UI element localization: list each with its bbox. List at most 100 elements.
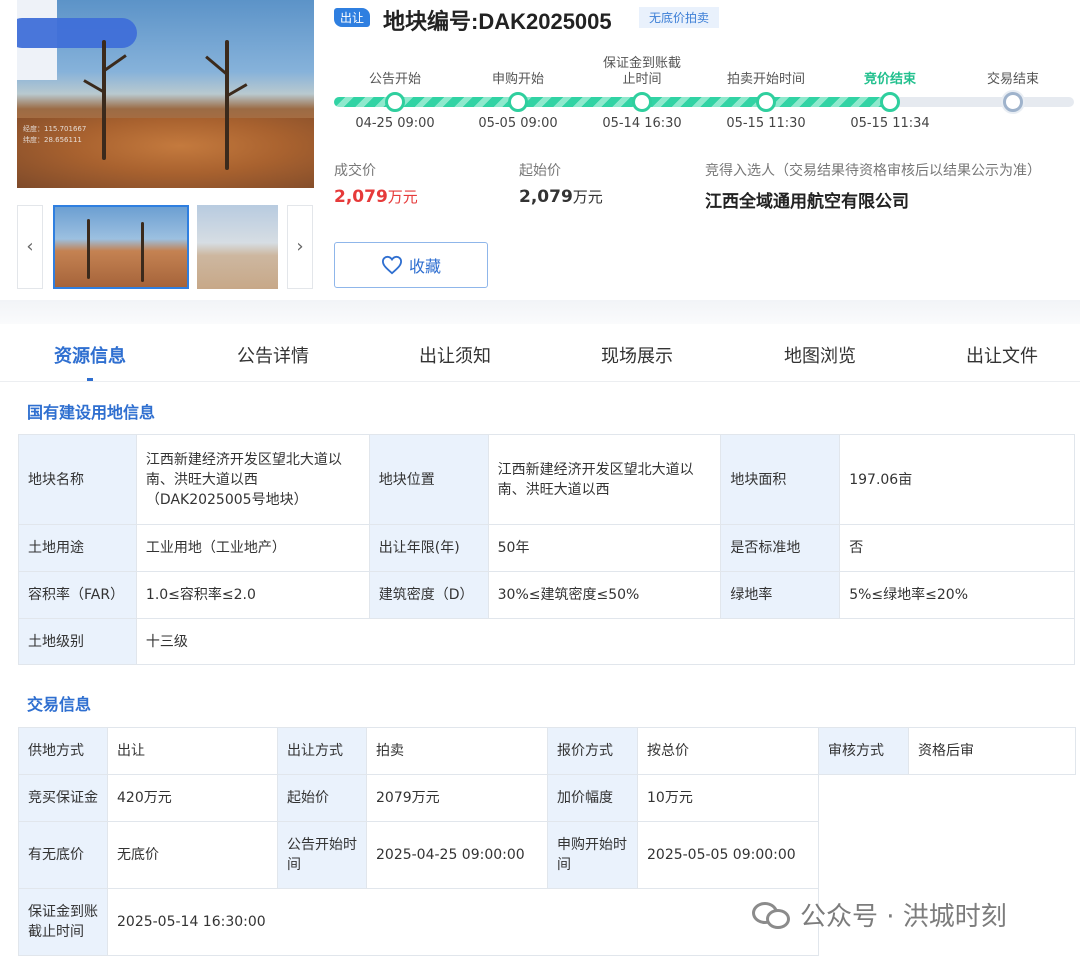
land-use-value: 工业用地（工业地产） [135,524,370,572]
tab-announcement[interactable]: 公告详情 [198,342,348,368]
table-label: 建筑密度（D） [368,571,489,619]
table-label: 公告开始时间 [277,821,367,889]
land-info-title: 国有建设用地信息 [27,403,156,422]
wechat-icon [752,900,792,930]
gallery-next-button[interactable]: › [287,205,313,289]
timeline-step-date: 05-15 11:34 [850,116,930,131]
timeline-step-date: 04-25 09:00 [355,116,435,131]
timeline-step-label: 交易结束 [986,72,1039,87]
timeline-step-label: 公告开始 [368,72,421,87]
table-label: 土地用途 [18,524,137,572]
auction-type-tag: 无底价拍卖 [639,7,720,28]
main-photo[interactable]: 经度：115.701667 纬度：28.656111 [17,0,314,188]
timeline-step-date: 05-15 11:30 [726,116,806,131]
timeline-node [756,92,776,112]
table-label: 容积率（FAR） [18,571,137,619]
table-label: 出让年限(年) [368,524,489,572]
tab-resource-info[interactable]: 资源信息 [15,342,165,368]
method-value: 拍卖 [366,727,548,775]
timeline-step-date: 05-14 16:30 [602,116,682,131]
timeline-step-label-current: 竞价结束 [863,72,916,87]
favorite-button[interactable]: 收藏 [334,242,488,288]
increment-value: 10万元 [637,774,819,822]
gallery-prev-button[interactable]: ‹ [17,205,43,289]
heart-icon [381,255,402,275]
density-value: 30%≤建筑密度≤50% [487,571,722,619]
timeline-node-pending [1003,92,1023,112]
table-label: 出让方式 [277,727,367,775]
winner-name: 江西全域通用航空有限公司 [705,192,909,212]
table-label: 地块名称 [18,434,137,525]
table-row: 容积率（FAR） 1.0≤容积率≤2.0 建筑密度（D） 30%≤建筑密度≤50… [18,571,1075,619]
active-tab-indicator [87,378,93,381]
floor-value: 无底价 [107,821,278,889]
deal-price: 2,079万元 [334,187,418,207]
photo-overlay-blur [17,18,137,48]
chevron-right-icon: › [296,236,304,257]
watermark-text: 公众号 · 洪城时刻 [800,902,1007,932]
notice-start-value: 2025-04-25 09:00:00 [366,821,548,889]
favorite-label: 收藏 [408,257,441,276]
table-row: 竞买保证金 420万元 起始价 2079万元 加价幅度 10万元 [18,774,1076,822]
table-label: 申购开始时间 [547,821,638,889]
timeline-step-label: 申购开始 [491,72,544,87]
table-label: 加价幅度 [547,774,638,822]
gallery-thumbnail[interactable] [53,205,189,289]
table-label: 是否标准地 [720,524,841,572]
table-row: 土地级别 十三级 [18,618,1076,665]
table-label: 绿地率 [720,571,841,619]
term-value: 50年 [487,524,722,572]
plot-header: 经度：115.701667 纬度：28.656111 ‹ › 出让 地块编号:D… [0,0,1080,305]
deal-price-label: 成交价 [334,163,376,179]
table-label: 供地方式 [18,727,108,775]
gallery-thumbnail[interactable] [197,205,278,289]
quote-value: 按总价 [637,727,819,775]
timeline-step-label: 保证金到账截止时间 [602,56,681,87]
table-label: 竞买保证金 [18,774,108,822]
timeline-node-current [880,92,900,112]
table-label: 审核方式 [818,727,909,775]
detail-tabs: 资源信息 公告详情 出让须知 现场展示 地图浏览 出让文件 [0,324,1080,382]
tab-transfer-files[interactable]: 出让文件 [927,342,1077,368]
table-label: 报价方式 [547,727,638,775]
timeline-node [632,92,652,112]
supply-value: 出让 [107,727,278,775]
chevron-left-icon: ‹ [26,236,34,257]
table-row: 土地用途 工业用地（工业地产） 出让年限(年) 50年 是否标准地 否 [18,524,1075,572]
area-value: 197.06亩 [839,434,1075,525]
far-value: 1.0≤容积率≤2.0 [135,571,370,619]
table-row: 地块名称 江西新建经济开发区望北大道以南、洪旺大道以西（DAK2025005号地… [18,434,1075,525]
tab-map-browse[interactable]: 地图浏览 [745,342,895,368]
trade-info-title: 交易信息 [27,695,92,714]
table-label: 起始价 [277,774,367,822]
grade-value: 十三级 [135,618,1076,665]
deposit-deadline-value: 2025-05-14 16:30:00 [107,888,819,956]
table-row: 供地方式 出让 出让方式 拍卖 报价方式 按总价 审核方式 资格后审 [18,727,1076,775]
table-label: 有无底价 [18,821,108,889]
photo-gps-text: 经度：115.701667 纬度：28.656111 [23,125,87,144]
location-value: 江西新建经济开发区望北大道以南、洪旺大道以西 [487,434,722,525]
land-info-table: 地块名称 江西新建经济开发区望北大道以南、洪旺大道以西（DAK2025005号地… [18,434,1076,665]
start-price: 2,079万元 [519,187,603,207]
timeline-step-date: 05-05 09:00 [478,116,558,131]
plot-name-value: 江西新建经济开发区望北大道以南、洪旺大道以西（DAK2025005号地块） [135,434,370,525]
table-label: 保证金到账截止时间 [18,888,108,956]
start-value: 2079万元 [366,774,548,822]
table-label: 地块面积 [720,434,841,525]
table-row: 有无底价 无底价 公告开始时间 2025-04-25 09:00:00 申购开始… [18,821,1076,889]
start-price-label: 起始价 [519,163,561,179]
tab-site-display[interactable]: 现场展示 [562,342,712,368]
deposit-value: 420万元 [107,774,278,822]
standard-value: 否 [839,524,1075,572]
apply-start-value: 2025-05-05 09:00:00 [637,821,819,889]
timeline-node [508,92,528,112]
timeline-step-label: 拍卖开始时间 [726,72,805,87]
timeline-progress [334,97,890,107]
tab-transfer-notice[interactable]: 出让须知 [380,342,530,368]
table-label: 土地级别 [18,618,137,665]
transfer-tag: 出让 [334,8,371,27]
timeline-node [385,92,405,112]
plot-title: 地块编号:DAK2025005 [383,9,612,34]
review-value: 资格后审 [908,727,1076,775]
table-label: 地块位置 [368,434,489,525]
